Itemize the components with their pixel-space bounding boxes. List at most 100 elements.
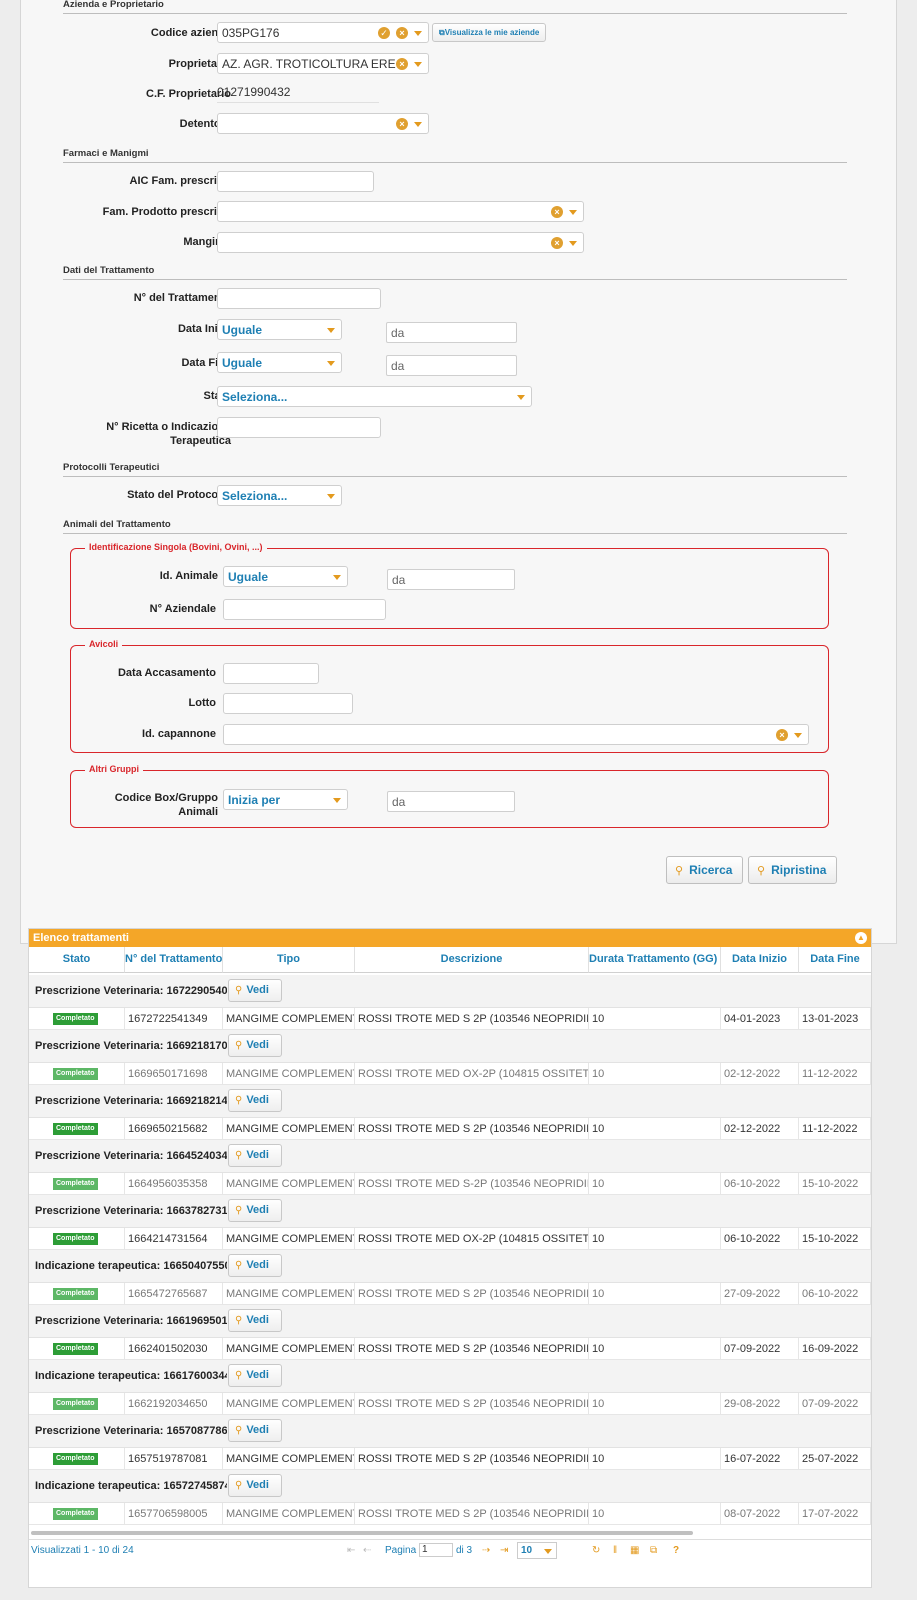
data-accasamento-input[interactable]	[223, 663, 319, 684]
codice-box-input[interactable]: da	[387, 791, 515, 812]
vedi-button[interactable]: ⚲ Vedi	[228, 1364, 282, 1387]
table-row[interactable]: Completato 1669650171698 MANGIME COMPLEMEN…	[29, 1063, 871, 1085]
cell-durata: 10	[589, 1228, 721, 1250]
cell-tipo: MANGIME COMPLEMENTARE	[223, 1283, 355, 1305]
clear-icon[interactable]: ×	[551, 237, 563, 249]
table-row[interactable]: Completato 1669650215682 MANGIME COMPLEMEN…	[29, 1118, 871, 1140]
vedi-button[interactable]: ⚲ Vedi	[228, 979, 282, 1002]
mangime-select[interactable]: ×	[217, 232, 584, 253]
column-header-stato[interactable]: Stato	[29, 947, 125, 973]
id-animale-operator-select[interactable]: Uguale	[223, 566, 348, 587]
stato-select[interactable]: Seleziona...	[217, 386, 532, 407]
table-row[interactable]: Completato 1657706598005 MANGIME COMPLEMEN…	[29, 1503, 871, 1525]
chevron-down-icon[interactable]	[569, 241, 577, 246]
vedi-button[interactable]: ⚲ Vedi	[228, 1419, 282, 1442]
treatments-list-panel: Elenco trattamenti ▲ Stato N° del Tratta…	[28, 928, 872, 1588]
vedi-button[interactable]: ⚲ Vedi	[228, 1254, 282, 1277]
grid-icon[interactable]: ▦	[630, 1545, 639, 1556]
data-inizio-input[interactable]: da	[386, 322, 517, 343]
clear-icon[interactable]: ×	[396, 118, 408, 130]
cell-descrizione: ROSSI TROTE MED S 2P (103546 NEOPRIDIMET…	[355, 1503, 589, 1525]
chevron-down-icon[interactable]	[569, 210, 577, 215]
column-header-data-fine[interactable]: Data Fine	[799, 947, 871, 973]
list-footer: Visualizzati 1 - 10 di 24 ⇤ ⇠ Pagina 1 d…	[29, 1539, 871, 1563]
prev-page-icon[interactable]: ⇠	[363, 1545, 371, 1556]
column-header-tipo[interactable]: Tipo	[223, 947, 355, 973]
n-aziendale-input[interactable]	[223, 599, 386, 620]
column-header-descrizione[interactable]: Descrizione	[355, 947, 589, 973]
last-page-icon[interactable]: ⇥	[500, 1545, 508, 1556]
vedi-button[interactable]: ⚲ Vedi	[228, 1309, 282, 1332]
ripristina-button[interactable]: ⚲ Ripristina	[748, 856, 837, 884]
lotto-input[interactable]	[223, 693, 353, 714]
table-row[interactable]: Completato 1662192034650 MANGIME COMPLEMEN…	[29, 1393, 871, 1415]
column-header-data-inizio[interactable]: Data Inizio	[721, 947, 799, 973]
vedi-button[interactable]: ⚲ Vedi	[228, 1474, 282, 1497]
chevron-down-icon	[544, 1549, 552, 1554]
clear-icon[interactable]: ×	[551, 206, 563, 218]
detentore-select[interactable]: ×	[217, 113, 429, 134]
vedi-button[interactable]: ⚲ Vedi	[228, 1034, 282, 1057]
column-header-numero[interactable]: N° del Trattamento	[125, 947, 223, 973]
cell-inizio: 02-12-2022	[721, 1118, 799, 1140]
page-size-select[interactable]: 10	[517, 1542, 557, 1559]
section-protocolli-title: Protocolli Terapeutici	[63, 462, 847, 477]
search-icon: ⚲	[675, 865, 684, 877]
chevron-down-icon[interactable]	[794, 733, 802, 738]
id-animale-input[interactable]: da	[387, 569, 515, 590]
cell-stato: Completato	[29, 1503, 125, 1525]
cell-inizio: 02-12-2022	[721, 1063, 799, 1085]
cell-tipo: MANGIME COMPLEMENTARE	[223, 1063, 355, 1085]
prodotto-select[interactable]: ×	[217, 201, 584, 222]
help-icon[interactable]: ?	[673, 1545, 679, 1556]
table-row[interactable]: Completato 1672722541349 MANGIME COMPLEMEN…	[29, 1008, 871, 1030]
page-input[interactable]: 1	[419, 1543, 453, 1557]
proprietario-value: AZ. AGR. TROTICOLTURA ERE	[222, 57, 396, 71]
codice-azienda-select[interactable]: 035PG176 ✓ ×	[217, 22, 429, 43]
chevron-down-icon	[327, 328, 335, 333]
stato-protocollo-select[interactable]: Seleziona...	[217, 485, 342, 506]
table-row[interactable]: Completato 1657519787081 MANGIME COMPLEMEN…	[29, 1448, 871, 1470]
column-header-durata[interactable]: Durata Trattamento (GG) cor	[589, 947, 721, 973]
collapse-icon[interactable]: ▲	[855, 932, 867, 944]
visualizza-aziende-button[interactable]: ⧉Visualizza le mie aziende	[432, 23, 547, 42]
horizontal-scrollbar[interactable]	[31, 1531, 693, 1535]
cell-numero: 1662401502030	[125, 1338, 223, 1360]
codice-box-operator-select[interactable]: Inizia per	[223, 789, 348, 810]
first-page-icon[interactable]: ⇤	[347, 1545, 355, 1556]
data-fine-operator-select[interactable]: Uguale	[217, 352, 342, 373]
vedi-button[interactable]: ⚲ Vedi	[228, 1089, 282, 1112]
table-row[interactable]: Completato 1664956035358 MANGIME COMPLEMEN…	[29, 1173, 871, 1195]
cell-numero: 1672722541349	[125, 1008, 223, 1030]
group-row: Prescrizione Veterinaria: 1672290540455 ⚲…	[29, 975, 871, 1008]
vedi-button[interactable]: ⚲ Vedi	[228, 1144, 282, 1167]
next-page-icon[interactable]: ⇢	[482, 1545, 490, 1556]
ricerca-button[interactable]: ⚲ Ricerca	[666, 856, 743, 884]
chevron-down-icon[interactable]	[414, 31, 422, 36]
ricetta-input[interactable]	[217, 417, 381, 438]
chevron-down-icon[interactable]	[414, 62, 422, 67]
group-identificazione-title: Identificazione Singola (Bovini, Ovini, …	[85, 542, 267, 552]
chevron-down-icon[interactable]	[414, 122, 422, 127]
columns-icon[interactable]: ‖	[613, 1545, 617, 1556]
clear-icon[interactable]: ×	[776, 729, 788, 741]
proprietario-select[interactable]: AZ. AGR. TROTICOLTURA ERE ×	[217, 53, 429, 74]
codice-azienda-label: Codice azienda	[150, 27, 231, 39]
clear-icon[interactable]: ×	[396, 27, 408, 39]
status-badge: Completato	[53, 1508, 98, 1520]
numero-trattamento-input[interactable]	[217, 288, 381, 309]
export-icon[interactable]: ⧉	[650, 1545, 657, 1556]
aic-input[interactable]	[217, 171, 374, 192]
table-row[interactable]: Completato 1664214731564 MANGIME COMPLEMEN…	[29, 1228, 871, 1250]
data-inizio-operator-select[interactable]: Uguale	[217, 319, 342, 340]
table-row[interactable]: Completato 1662401502030 MANGIME COMPLEMEN…	[29, 1338, 871, 1360]
data-fine-input[interactable]: da	[386, 355, 517, 376]
search-icon: ⚲	[235, 1095, 243, 1106]
table-row[interactable]: Completato 1665472765687 MANGIME COMPLEMEN…	[29, 1283, 871, 1305]
search-icon: ⚲	[235, 1315, 243, 1326]
refresh-icon[interactable]: ↻	[592, 1545, 600, 1556]
vedi-button[interactable]: ⚲ Vedi	[228, 1199, 282, 1222]
group-label: Prescrizione Veterinaria: 1661969501453	[35, 1315, 227, 1327]
clear-icon[interactable]: ×	[396, 58, 408, 70]
capannone-select[interactable]: ×	[223, 724, 809, 745]
